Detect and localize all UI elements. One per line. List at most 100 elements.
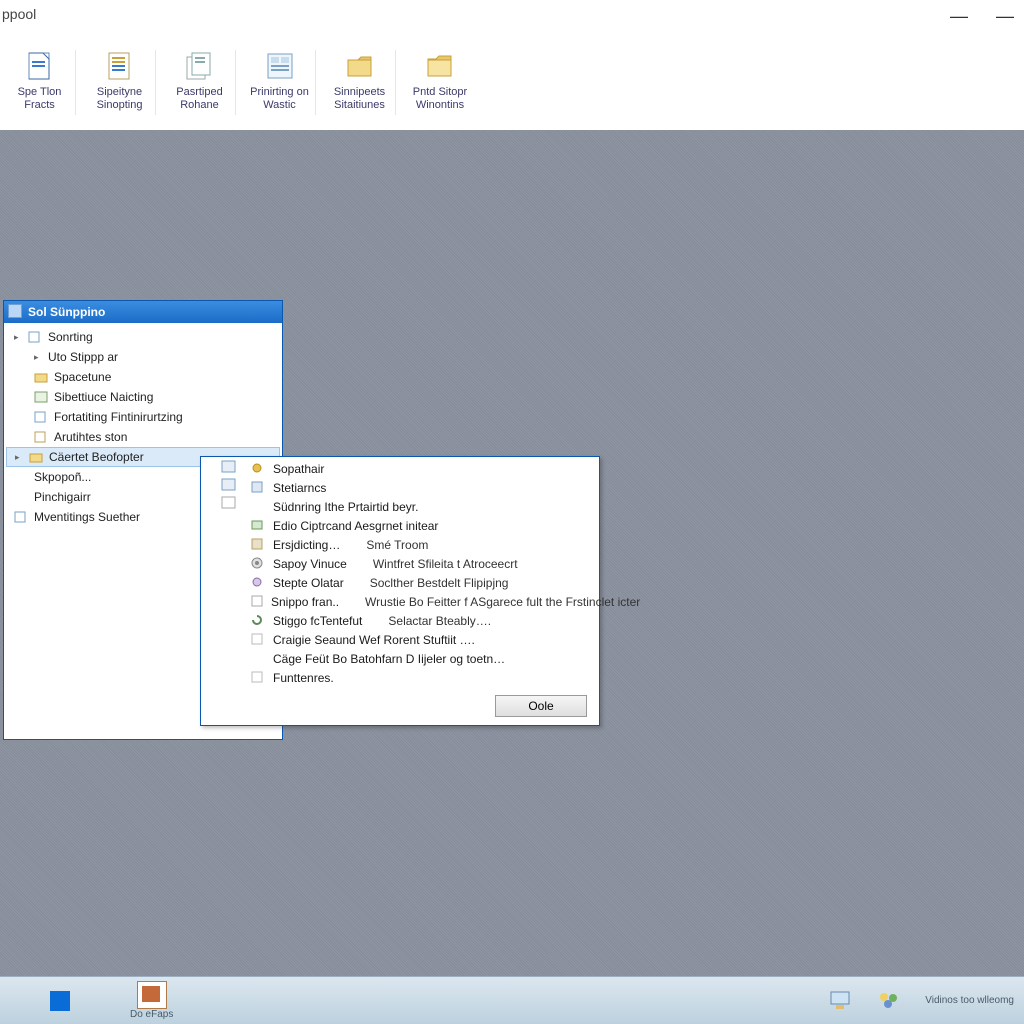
tree-label: Mventitings Suether bbox=[34, 510, 140, 524]
tree-item[interactable]: ▸ Sonrting bbox=[6, 327, 280, 347]
toolbar-item-0[interactable]: Spe Tlon Fracts bbox=[4, 50, 76, 115]
list-icon bbox=[34, 391, 48, 403]
maximize-button[interactable]: — bbox=[996, 6, 1014, 27]
context-menu-item[interactable]: Sopathair bbox=[201, 459, 599, 478]
tool-icon[interactable] bbox=[221, 496, 239, 512]
tree-item[interactable]: Spacetune bbox=[6, 367, 280, 387]
action-icon bbox=[251, 519, 265, 533]
top-strip: ppool — — Spe Tlon Fracts Sipeityne Sino… bbox=[0, 0, 1024, 130]
context-menu-item[interactable]: Stetiarncs bbox=[201, 478, 599, 497]
document-page-icon bbox=[24, 50, 56, 82]
toolbar-item-3[interactable]: Prinirting on Wastic bbox=[244, 50, 316, 115]
toolbar-label: Spe Tlon bbox=[18, 86, 62, 99]
toolbar-label: Pasrtiped bbox=[176, 86, 222, 99]
context-menu-item[interactable]: Sapoy Vinuce Wintfret Sfileita t Atrocee… bbox=[201, 554, 599, 573]
taskbar: Do eFaps Vidinos too wlleomg bbox=[0, 976, 1024, 1024]
toolbar-label: Prinirting on bbox=[250, 86, 309, 99]
context-menu-item[interactable]: Cäge Feüt Bo Batohfarn D Iijeler og toet… bbox=[201, 649, 599, 668]
form-page-icon bbox=[264, 50, 296, 82]
context-menu-label: Sopathair bbox=[273, 462, 324, 476]
context-menu-item[interactable]: Snippo fran.. Wrustie Bo Feitter f ASgar… bbox=[201, 592, 599, 611]
context-menu-shortcut: Wintfret Sfileita t Atroceecrt bbox=[373, 557, 518, 571]
panel-title-icon bbox=[8, 304, 22, 318]
tree-item[interactable]: ▸ Uto Stippp ar bbox=[6, 347, 280, 367]
toolbar-label: Fracts bbox=[24, 99, 55, 112]
tool-icon[interactable] bbox=[221, 478, 239, 494]
context-menu: Sopathair Stetiarncs Südnring Ithe Prtai… bbox=[200, 456, 600, 726]
tray-label: Vidinos too wlleomg bbox=[925, 995, 1014, 1006]
gear-icon bbox=[251, 557, 265, 571]
toolbar-item-2[interactable]: Pasrtiped Rohane bbox=[164, 50, 236, 115]
context-menu-iconbar bbox=[203, 459, 245, 513]
ok-button[interactable]: Oole bbox=[495, 695, 587, 717]
tree-item[interactable]: Sibettiuce Naicting bbox=[6, 387, 280, 407]
start-button[interactable] bbox=[50, 991, 70, 1011]
context-menu-shortcut: Soclther Bestdelt Flipipjng bbox=[370, 576, 509, 590]
tree-label: Sibettiuce Naicting bbox=[54, 390, 153, 404]
toolbar-label: Wastic bbox=[263, 99, 296, 112]
tree-label: Pinchigairr bbox=[34, 490, 91, 504]
toolbar-label: Sipeityne bbox=[97, 86, 142, 99]
toolbar-label: Winontins bbox=[416, 99, 464, 112]
panel-titlebar[interactable]: Sol Sünppino bbox=[4, 301, 282, 323]
action-icon bbox=[251, 633, 265, 647]
context-menu-item[interactable]: Edio Ciptrcand Aesgrnet initear bbox=[201, 516, 599, 535]
context-menu-label: Stepte Olatar bbox=[273, 576, 344, 590]
context-menu-item[interactable]: Ersjdicting… Smé Troom bbox=[201, 535, 599, 554]
window-controls: — — bbox=[950, 6, 1014, 27]
tree-label: Fortatiting Fintinirurtzing bbox=[54, 410, 183, 424]
tree-item[interactable]: Fortatiting Fintinirurtzing bbox=[6, 407, 280, 427]
toolbar-item-4[interactable]: Sinnipeets Sitaitiunes bbox=[324, 50, 396, 115]
tree-label: Uto Stippp ar bbox=[48, 350, 118, 364]
action-icon bbox=[251, 538, 265, 552]
context-menu-footer: Oole bbox=[201, 687, 599, 717]
action-icon bbox=[251, 652, 265, 666]
context-menu-item[interactable]: Südnring Ithe Prtairtid beyr. bbox=[201, 497, 599, 516]
context-menu-label: Cäge Feüt Bo Batohfarn D Iijeler og toet… bbox=[273, 652, 505, 666]
system-tray: Vidinos too wlleomg bbox=[829, 990, 1014, 1012]
toolbar: Spe Tlon Fracts Sipeityne Sinopting Pasr… bbox=[0, 50, 476, 115]
tree-label: Skpopoñ... bbox=[34, 470, 91, 484]
tree-item[interactable]: Arutihtes ston bbox=[6, 427, 280, 447]
toolbar-label: Pntd Sitopr bbox=[413, 86, 467, 99]
minimize-button[interactable]: — bbox=[950, 6, 968, 27]
tray-users-icon[interactable] bbox=[877, 990, 901, 1012]
folder-icon bbox=[29, 451, 43, 463]
toolbar-item-1[interactable]: Sipeityne Sinopting bbox=[84, 50, 156, 115]
context-menu-label: Snippo fran.. bbox=[271, 595, 339, 609]
expander-icon[interactable]: ▸ bbox=[14, 332, 22, 343]
context-menu-item[interactable]: Stepte Olatar Soclther Bestdelt Flipipjn… bbox=[201, 573, 599, 592]
tree-label: Sonrting bbox=[48, 330, 93, 344]
toolbar-label: Sinnipeets bbox=[334, 86, 385, 99]
context-menu-label: Stiggo fcTentefut bbox=[273, 614, 362, 628]
folder-icon bbox=[34, 371, 48, 383]
action-icon bbox=[251, 671, 265, 685]
context-menu-label: Funttenres. bbox=[273, 671, 334, 685]
action-icon bbox=[251, 481, 265, 495]
tree-label: Cäertet Beofopter bbox=[49, 450, 144, 464]
context-menu-item[interactable]: Stiggo fcTentefut Selactar Bteably…. bbox=[201, 611, 599, 630]
expander-icon[interactable]: ▸ bbox=[34, 352, 42, 363]
context-menu-shortcut: Smé Troom bbox=[366, 538, 428, 552]
taskbar-item[interactable]: Do eFaps bbox=[130, 981, 173, 1020]
action-icon bbox=[251, 462, 265, 476]
context-menu-shortcut: Selactar Bteably…. bbox=[388, 614, 491, 628]
tray-monitor-icon[interactable] bbox=[829, 990, 853, 1012]
action-icon bbox=[251, 595, 263, 609]
context-menu-item[interactable]: Craigie Seaund Wef Rorent Stuftiit …. bbox=[201, 630, 599, 649]
context-menu-label: Ersjdicting… bbox=[273, 538, 340, 552]
document-lines-icon bbox=[104, 50, 136, 82]
toolbar-item-5[interactable]: Pntd Sitopr Winontins bbox=[404, 50, 476, 115]
tool-icon[interactable] bbox=[221, 460, 239, 476]
taskbar-item-label: Do eFaps bbox=[130, 1009, 173, 1020]
expander-icon[interactable]: ▸ bbox=[15, 452, 23, 463]
context-menu-label: Edio Ciptrcand Aesgrnet initear bbox=[273, 519, 438, 533]
context-menu-item[interactable]: Funttenres. bbox=[201, 668, 599, 687]
toolbar-label: Sinopting bbox=[97, 99, 143, 112]
context-menu-label: Stetiarncs bbox=[273, 481, 326, 495]
action-icon bbox=[251, 576, 265, 590]
tree-label: Spacetune bbox=[54, 370, 111, 384]
folder-open-icon bbox=[344, 50, 376, 82]
app-icon bbox=[137, 981, 167, 1009]
page-icon bbox=[28, 331, 42, 343]
